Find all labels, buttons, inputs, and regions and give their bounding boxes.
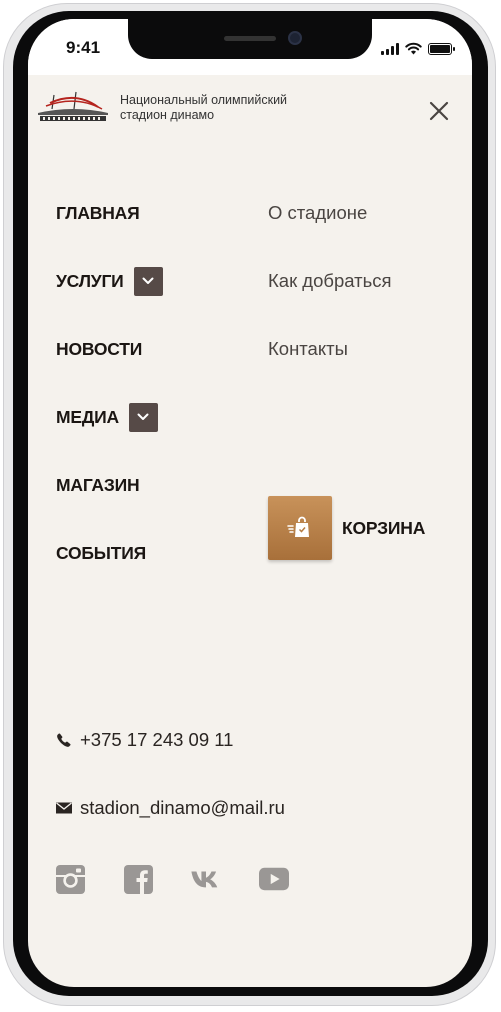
vk-icon [191,871,218,888]
signal-icon [381,43,399,55]
chevron-down-icon [137,413,149,420]
close-button[interactable] [424,96,454,126]
facebook-icon [123,864,153,894]
status-time: 9:41 [66,38,101,57]
camera [288,31,302,45]
battery-icon [428,43,455,55]
vk-link[interactable] [191,864,221,894]
nav-item-label: СОБЫТИЯ [56,542,146,563]
chevron-down-icon [142,277,154,284]
status-bar: 9:41 [28,19,472,75]
instagram-icon [55,864,85,894]
nav-item-label: МЕДИА [56,406,119,427]
phone-link[interactable]: +375 17 243 09 11 [56,729,233,751]
mail-icon [56,800,72,816]
instagram-link[interactable] [55,864,85,894]
stadium-logo [38,91,108,121]
uslugi-dropdown-toggle[interactable] [133,266,163,296]
social-links [55,864,327,894]
status-icons [381,41,455,55]
phone-number: +375 17 243 09 11 [80,729,234,750]
media-dropdown-toggle[interactable] [128,402,158,432]
screen: 9:41 Национальный олимпийский стадион ди… [28,19,472,987]
close-icon [429,101,449,121]
wifi-icon [405,42,422,55]
shopping-bag-icon [287,516,309,537]
nav-item-novosti[interactable]: НОВОСТИ [56,332,142,366]
nav-item-glavnaya[interactable]: ГЛАВНАЯ [56,196,140,230]
facebook-link[interactable] [123,864,153,894]
phone-icon [56,732,72,748]
nav-item-label: ГЛАВНАЯ [56,202,140,223]
nav-item-label: НОВОСТИ [56,338,143,359]
notch [128,19,372,59]
cart-button[interactable] [268,496,332,560]
youtube-link[interactable] [259,864,289,894]
youtube-icon [259,867,289,891]
email-link[interactable]: stadion_dinamo@mail.ru [56,797,285,819]
nav-item-magazin[interactable]: МАГАЗИН [56,468,140,502]
nav-link-kak-dobratsya[interactable]: Как добраться [268,264,392,298]
header: Национальный олимпийский стадион динамо [28,75,472,155]
brand-name: Национальный олимпийский стадион динамо [120,93,340,123]
nav-item-label: УСЛУГИ [56,270,124,291]
email-address: stadion_dinamo@mail.ru [80,797,285,818]
cart-label: КОРЗИНА [342,517,426,538]
nav-item-sobytiya[interactable]: СОБЫТИЯ [56,536,146,570]
nav-item-label: МАГАЗИН [56,474,140,495]
speaker [224,36,276,41]
nav-link-kontakty[interactable]: Контакты [268,332,348,366]
nav-item-uslugi[interactable]: УСЛУГИ [56,264,163,298]
brand-line-1: Национальный олимпийский [120,93,288,107]
brand-line-2: стадион динамо [120,108,215,122]
nav-link-o-stadione[interactable]: О стадионе [268,196,367,230]
cart-link[interactable]: КОРЗИНА [268,496,425,560]
nav-item-media[interactable]: МЕДИА [56,400,158,434]
